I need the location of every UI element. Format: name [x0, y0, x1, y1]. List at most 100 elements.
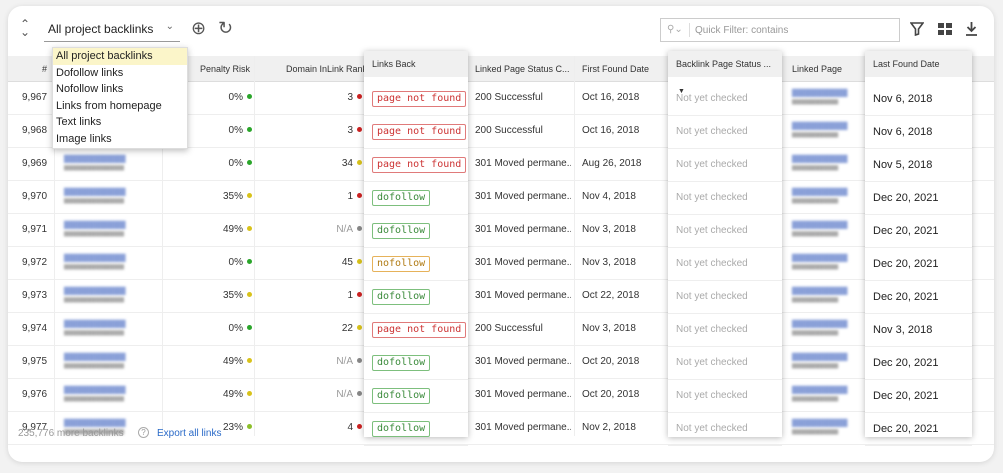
penalty-risk-text: 0%: [228, 92, 243, 103]
linked-page-url-redacted[interactable]: ▇▇▇▇▇▇▇▇▇ ▆▆▆▆▆▆▆▆▆▆: [792, 121, 847, 139]
first-found-date: Oct 16, 2018: [582, 92, 640, 103]
backlink-url-redacted[interactable]: ▇▇▇▇▇▇▇▇▇▇▆▆▆▆▆▆▆▆▆▆▆▆▆: [64, 286, 126, 304]
table-row[interactable]: 9,972 ▇▇▇▇▇▇▇▇▇▇ ▆▆▆▆▆▆▆▆▆▆▆▆▆ 0% 45 301 Move…: [8, 247, 994, 280]
chevron-down-icon: ⌄: [165, 21, 174, 32]
backlink-url-redacted[interactable]: ▇▇▇▇▇▇▇▇▇▇▆▆▆▆▆▆▆▆▆▆▆▆▆: [64, 187, 126, 205]
search-dropdown-icon[interactable]: ⚲⌄: [667, 24, 683, 35]
row-number: 9,976: [22, 389, 48, 400]
backlink-status-row: Not yet checked: [668, 149, 782, 182]
help-icon[interactable]: ?: [138, 427, 149, 438]
linked-page-url-redacted[interactable]: ▇▇▇▇▇▇▇▇▇ ▆▆▆▆▆▆▆▆▆▆: [792, 187, 847, 205]
penalty-risk-value: 0%: [208, 82, 254, 114]
linked-page-url-redacted[interactable]: ▇▇▇▇▇▇▇▇▇ ▆▆▆▆▆▆▆▆▆▆: [792, 385, 847, 403]
table-row[interactable]: 9,976 ▇▇▇▇▇▇▇▇▇▇ ▆▆▆▆▆▆▆▆▆▆▆▆▆ 49% N/A 301 Mo…: [8, 379, 994, 412]
column-header-penalty-risk[interactable]: Penalty Risk: [200, 56, 250, 82]
column-header-links-back[interactable]: Links Back: [364, 51, 468, 77]
links-back-row: page not found: [364, 149, 468, 182]
table-row[interactable]: 9,969 ▇▇▇▇▇▇▇▇▇▇ ▆▆▆▆▆▆▆▆▆▆▆▆▆ 0% 34 301 Move…: [8, 148, 994, 181]
penalty-status-dot: [247, 94, 252, 99]
column-header-last-found[interactable]: Last Found Date: [865, 51, 972, 77]
column-header-linked-page[interactable]: Linked Page: [792, 56, 842, 82]
backlink-url-redacted[interactable]: ▇▇▇▇▇▇▇▇▇▇▆▆▆▆▆▆▆▆▆▆▆▆▆: [64, 385, 126, 403]
backlink-status-value: Not yet checked: [676, 258, 748, 269]
dir-status-dot: [357, 259, 362, 264]
table-row[interactable]: 9,973 ▇▇▇▇▇▇▇▇▇▇ ▆▆▆▆▆▆▆▆▆▆▆▆▆ 35% 1 301 Move…: [8, 280, 994, 313]
backlink-filter-select[interactable]: All project backlinks ⌄: [44, 18, 180, 42]
penalty-risk-value: 0%: [208, 247, 254, 279]
backlink-url-redacted[interactable]: ▇▇▇▇▇▇▇▇▇▇▆▆▆▆▆▆▆▆▆▆▆▆▆: [64, 220, 126, 238]
links-back-row: dofollow: [364, 380, 468, 413]
grid-columns-icon[interactable]: [938, 23, 952, 35]
backlink-url-redacted[interactable]: ▇▇▇▇▇▇▇▇▇▇▆▆▆▆▆▆▆▆▆▆▆▆▆: [64, 154, 126, 172]
last-found-row: Dec 20, 2021: [865, 347, 972, 380]
dir-text: N/A: [336, 389, 353, 400]
penalty-status-dot: [247, 292, 252, 297]
quick-filter-input[interactable]: ⚲⌄ Quick Filter: contains: [660, 18, 900, 42]
dir-text: 1: [347, 191, 353, 202]
column-header-backlink-page-status[interactable]: Backlink Page Status ... ▼: [668, 51, 782, 95]
linked-page-url-redacted[interactable]: ▇▇▇▇▇▇▇▇▇ ▆▆▆▆▆▆▆▆▆▆: [792, 253, 847, 271]
backlink-status-row: Not yet checked: [668, 248, 782, 281]
links-back-row: page not found: [364, 314, 468, 347]
dir-text: 3: [347, 92, 353, 103]
penalty-risk-text: 49%: [222, 356, 243, 367]
first-found-date: Oct 20, 2018: [582, 389, 640, 400]
download-icon[interactable]: [965, 21, 978, 36]
row-number: 9,973: [22, 290, 48, 301]
penalty-status-dot: [247, 160, 252, 165]
table-row[interactable]: 9,970 ▇▇▇▇▇▇▇▇▇▇ ▆▆▆▆▆▆▆▆▆▆▆▆▆ 35% 1 301 Move…: [8, 181, 994, 214]
backlinks-card: ⌃ ⌄ All project backlinks ⌄ ⊕ ↻ ⚲⌄ Quick …: [8, 6, 994, 462]
domain-inlink-rank-value: N/A: [308, 379, 362, 411]
penalty-risk-text: 35%: [222, 191, 243, 202]
dropdown-option[interactable]: Nofollow links: [53, 81, 187, 98]
last-found-date: Dec 20, 2021: [873, 258, 939, 270]
linked-page-status: 200 Successful: [475, 323, 543, 334]
backlink-status-value: Not yet checked: [676, 225, 748, 236]
first-found-date: Aug 26, 2018: [582, 158, 642, 169]
linked-page-url-redacted[interactable]: ▇▇▇▇▇▇▇▇▇ ▆▆▆▆▆▆▆▆▆▆: [792, 286, 847, 304]
column-header-linked-page-status[interactable]: Linked Page Status C...: [475, 56, 570, 82]
table-row[interactable]: 9,975 ▇▇▇▇▇▇▇▇▇▇ ▆▆▆▆▆▆▆▆▆▆▆▆▆ 49% N/A 301 Mo…: [8, 346, 994, 379]
penalty-status-dot: [247, 259, 252, 264]
export-all-links-link[interactable]: Export all links: [157, 428, 221, 439]
add-circle-icon[interactable]: ⊕: [191, 19, 206, 37]
column-header-number[interactable]: #: [42, 56, 47, 82]
links-back-row: page not found: [364, 83, 468, 116]
backlink-url-redacted[interactable]: ▇▇▇▇▇▇▇▇▇▇▆▆▆▆▆▆▆▆▆▆▆▆▆: [64, 319, 126, 337]
dir-status-dot: [357, 325, 362, 330]
last-found-date: Nov 6, 2018: [873, 93, 933, 105]
backlink-status-value: Not yet checked: [676, 324, 748, 335]
linked-page-url-redacted[interactable]: ▇▇▇▇▇▇▇▇▇ ▆▆▆▆▆▆▆▆▆▆: [792, 220, 847, 238]
last-found-date: Dec 20, 2021: [873, 357, 939, 369]
backlink-status-row: Not yet checked: [668, 281, 782, 314]
linked-page-url-redacted[interactable]: ▇▇▇▇▇▇▇▇▇ ▆▆▆▆▆▆▆▆▆▆: [792, 154, 847, 172]
domain-inlink-rank-value: 1: [308, 280, 362, 312]
linked-page-url-redacted[interactable]: ▇▇▇▇▇▇▇▇▇ ▆▆▆▆▆▆▆▆▆▆: [792, 319, 847, 337]
dropdown-option[interactable]: Links from homepage: [53, 98, 187, 115]
linked-page-status: 200 Successful: [475, 125, 543, 136]
dropdown-option[interactable]: Text links: [53, 114, 187, 131]
funnel-filter-icon[interactable]: [910, 22, 924, 36]
column-header-first-found[interactable]: First Found Date: [582, 56, 649, 82]
table-row[interactable]: 9,974 ▇▇▇▇▇▇▇▇▇▇ ▆▆▆▆▆▆▆▆▆▆▆▆▆ 0% 22 200 Succ…: [8, 313, 994, 346]
last-found-date: Dec 20, 2021: [873, 291, 939, 303]
backlink-status-row: Not yet checked: [668, 314, 782, 347]
links-back-tag: dofollow: [372, 190, 431, 206]
linked-page-url-redacted[interactable]: ▇▇▇▇▇▇▇▇▇ ▆▆▆▆▆▆▆▆▆▆: [792, 88, 847, 106]
dropdown-option[interactable]: Image links: [53, 131, 187, 148]
table-row[interactable]: 9,971 ▇▇▇▇▇▇▇▇▇▇ ▆▆▆▆▆▆▆▆▆▆▆▆▆ 49% N/A 301 Mo…: [8, 214, 994, 247]
filter-select-value: All project backlinks: [48, 22, 154, 36]
backlink-url-redacted[interactable]: ▇▇▇▇▇▇▇▇▇▇▆▆▆▆▆▆▆▆▆▆▆▆▆: [64, 352, 126, 370]
dir-status-dot: [357, 358, 362, 363]
linked-page-url-redacted[interactable]: ▇▇▇▇▇▇▇▇▇ ▆▆▆▆▆▆▆▆▆▆: [792, 352, 847, 370]
column-header-domain-inlink-rank[interactable]: Domain InLink Rank: [286, 56, 367, 82]
domain-inlink-rank-value: 22: [308, 313, 362, 345]
penalty-risk-value: 0%: [208, 148, 254, 180]
refresh-icon[interactable]: ↻: [218, 19, 233, 37]
last-found-date: Nov 6, 2018: [873, 126, 933, 138]
dropdown-option[interactable]: Dofollow links: [53, 65, 187, 82]
sort-updown-icon[interactable]: ⌃ ⌄: [20, 18, 30, 38]
backlink-url-redacted[interactable]: ▇▇▇▇▇▇▇▇▇▇▆▆▆▆▆▆▆▆▆▆▆▆▆: [64, 253, 126, 271]
dir-status-dot: [357, 391, 362, 396]
dropdown-option[interactable]: All project backlinks: [53, 48, 187, 65]
